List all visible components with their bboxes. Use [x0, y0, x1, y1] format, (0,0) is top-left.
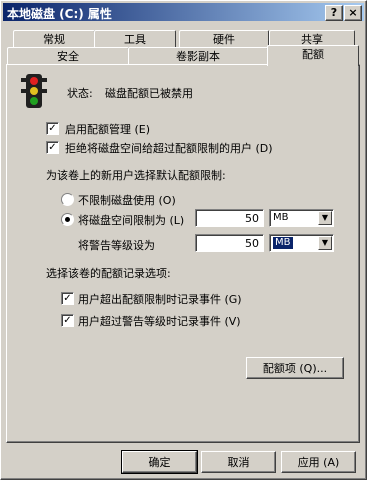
cancel-button[interactable]: 取消 [201, 451, 276, 473]
chevron-down-icon[interactable]: ▼ [318, 236, 332, 250]
ok-button[interactable]: 确定 [121, 450, 198, 474]
status-label: 状态: [67, 87, 93, 100]
properties-window: 本地磁盘 (C:) 属性 ? × 常规 工具 硬件 共享 安全 卷影副本 配额 … [0, 0, 367, 480]
limit-label[interactable]: 将磁盘空间限制为 (L) [78, 212, 184, 228]
log-exceed-checkbox[interactable]: ✓ [61, 292, 74, 305]
warning-value-input[interactable]: 50 [195, 234, 264, 252]
deny-space-checkbox[interactable]: ✓ [46, 141, 59, 154]
limit-unit-value: MB [273, 212, 289, 223]
warning-unit-select[interactable]: MB ▼ [269, 234, 334, 252]
help-button[interactable]: ? [325, 5, 343, 21]
no-limit-label[interactable]: 不限制磁盘使用 (O) [78, 192, 176, 208]
warning-label: 将警告等级设为 [78, 239, 155, 252]
tab-general[interactable]: 常规 [13, 30, 95, 48]
logging-heading: 选择该卷的配额记录选项: [46, 267, 171, 280]
quota-panel: 状态: 磁盘配额已被禁用 ✓ 启用配额管理 (E) ✓ 拒绝将磁盘空间给超过配额… [6, 64, 360, 443]
tab-security[interactable]: 安全 [7, 47, 129, 65]
traffic-light-icon [20, 73, 48, 112]
chevron-down-icon[interactable]: ▼ [318, 211, 332, 225]
enable-quota-label[interactable]: 启用配额管理 (E) [65, 121, 150, 137]
tab-tools[interactable]: 工具 [94, 30, 176, 48]
log-warning-checkbox[interactable]: ✓ [61, 314, 74, 327]
log-warning-label[interactable]: 用户超过警告等级时记录事件 (V) [78, 313, 241, 329]
warning-unit-value: MB [273, 237, 293, 249]
tab-hardware[interactable]: 硬件 [179, 30, 269, 48]
deny-space-label[interactable]: 拒绝将磁盘空间给超过配额限制的用户 (D) [65, 140, 273, 156]
window-title: 本地磁盘 (C:) 属性 [7, 7, 112, 21]
limit-radio[interactable] [61, 213, 74, 226]
close-button[interactable]: × [344, 5, 362, 21]
apply-button[interactable]: 应用 (A) [281, 451, 356, 473]
tab-quota[interactable]: 配额 [267, 45, 359, 66]
status-text: 磁盘配额已被禁用 [105, 87, 193, 100]
no-limit-radio[interactable] [61, 193, 74, 206]
quota-entries-button[interactable]: 配额项 (Q)... [246, 357, 344, 379]
tab-shadow-copies[interactable]: 卷影副本 [128, 47, 268, 65]
log-exceed-label[interactable]: 用户超出配额限制时记录事件 (G) [78, 291, 242, 307]
title-bar[interactable]: 本地磁盘 (C:) 属性 ? × [3, 3, 364, 21]
enable-quota-checkbox[interactable]: ✓ [46, 122, 59, 135]
limit-value-input[interactable]: 50 [195, 209, 264, 227]
default-limit-heading: 为该卷上的新用户选择默认配额限制: [46, 169, 226, 182]
limit-unit-select[interactable]: MB ▼ [269, 209, 334, 227]
